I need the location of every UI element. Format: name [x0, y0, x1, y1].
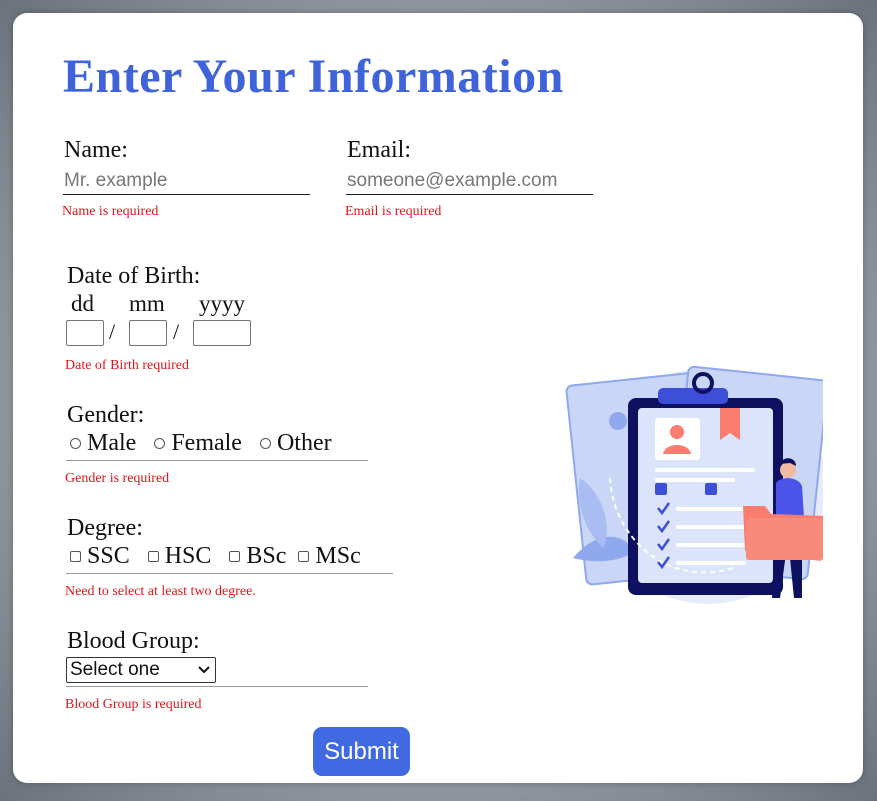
submit-button[interactable]: Submit [313, 727, 410, 776]
form-card: Enter Your Information Name: Name is req… [13, 13, 863, 783]
email-label: Email: [347, 137, 411, 163]
gender-divider [66, 460, 368, 461]
blood-group-divider [66, 686, 368, 687]
checkbox[interactable] [298, 551, 310, 562]
dob-separator: / [173, 319, 180, 344]
blood-group-error: Blood Group is required [65, 697, 202, 712]
degree-error: Need to select at least two degree. [65, 584, 256, 599]
dob-day-label: dd [71, 291, 94, 316]
degree-label: Degree: [67, 515, 143, 541]
checkbox[interactable] [147, 551, 159, 562]
dob-error: Date of Birth required [65, 358, 190, 373]
gender-option-male[interactable]: Male [66, 430, 136, 457]
name-error: Name is required [62, 204, 159, 219]
clipboard-form-illustration-icon [565, 365, 823, 604]
dob-year-label: yyyy [199, 291, 245, 316]
degree-option-ssc[interactable]: SSC [66, 543, 130, 570]
dob-month-label: mm [129, 291, 165, 316]
page-title: Enter Your Information [63, 50, 564, 103]
gender-label: Gender: [67, 402, 145, 428]
dob-separator: / [109, 319, 116, 344]
gender-option-other[interactable]: Other [256, 430, 332, 457]
chevron-down-icon [198, 666, 210, 674]
checkbox[interactable] [229, 551, 241, 562]
email-input[interactable] [346, 168, 593, 195]
blood-group-label: Blood Group: [67, 628, 200, 654]
name-label: Name: [64, 137, 128, 163]
radio-button[interactable] [259, 438, 271, 449]
dob-label: Date of Birth: [67, 263, 201, 289]
dob-month-input[interactable] [129, 320, 167, 346]
degree-option-bsc[interactable]: BSc [225, 543, 286, 570]
dob-day-input[interactable] [66, 320, 104, 346]
degree-option-msc[interactable]: MSc [294, 543, 361, 570]
degree-divider [66, 573, 393, 574]
email-error: Email is required [345, 204, 442, 219]
checkbox[interactable] [70, 551, 81, 562]
gender-error: Gender is required [65, 471, 170, 486]
gender-option-female[interactable]: Female [150, 430, 242, 457]
degree-options: SSC HSC BSc MSc [66, 542, 361, 570]
blood-group-select[interactable]: Select one [66, 657, 216, 683]
gender-options: Male Female Other [66, 429, 332, 457]
radio-button[interactable] [70, 438, 81, 449]
dob-year-input[interactable] [193, 320, 251, 346]
radio-button[interactable] [154, 438, 166, 449]
name-input[interactable] [63, 168, 310, 195]
degree-option-hsc[interactable]: HSC [144, 543, 211, 570]
